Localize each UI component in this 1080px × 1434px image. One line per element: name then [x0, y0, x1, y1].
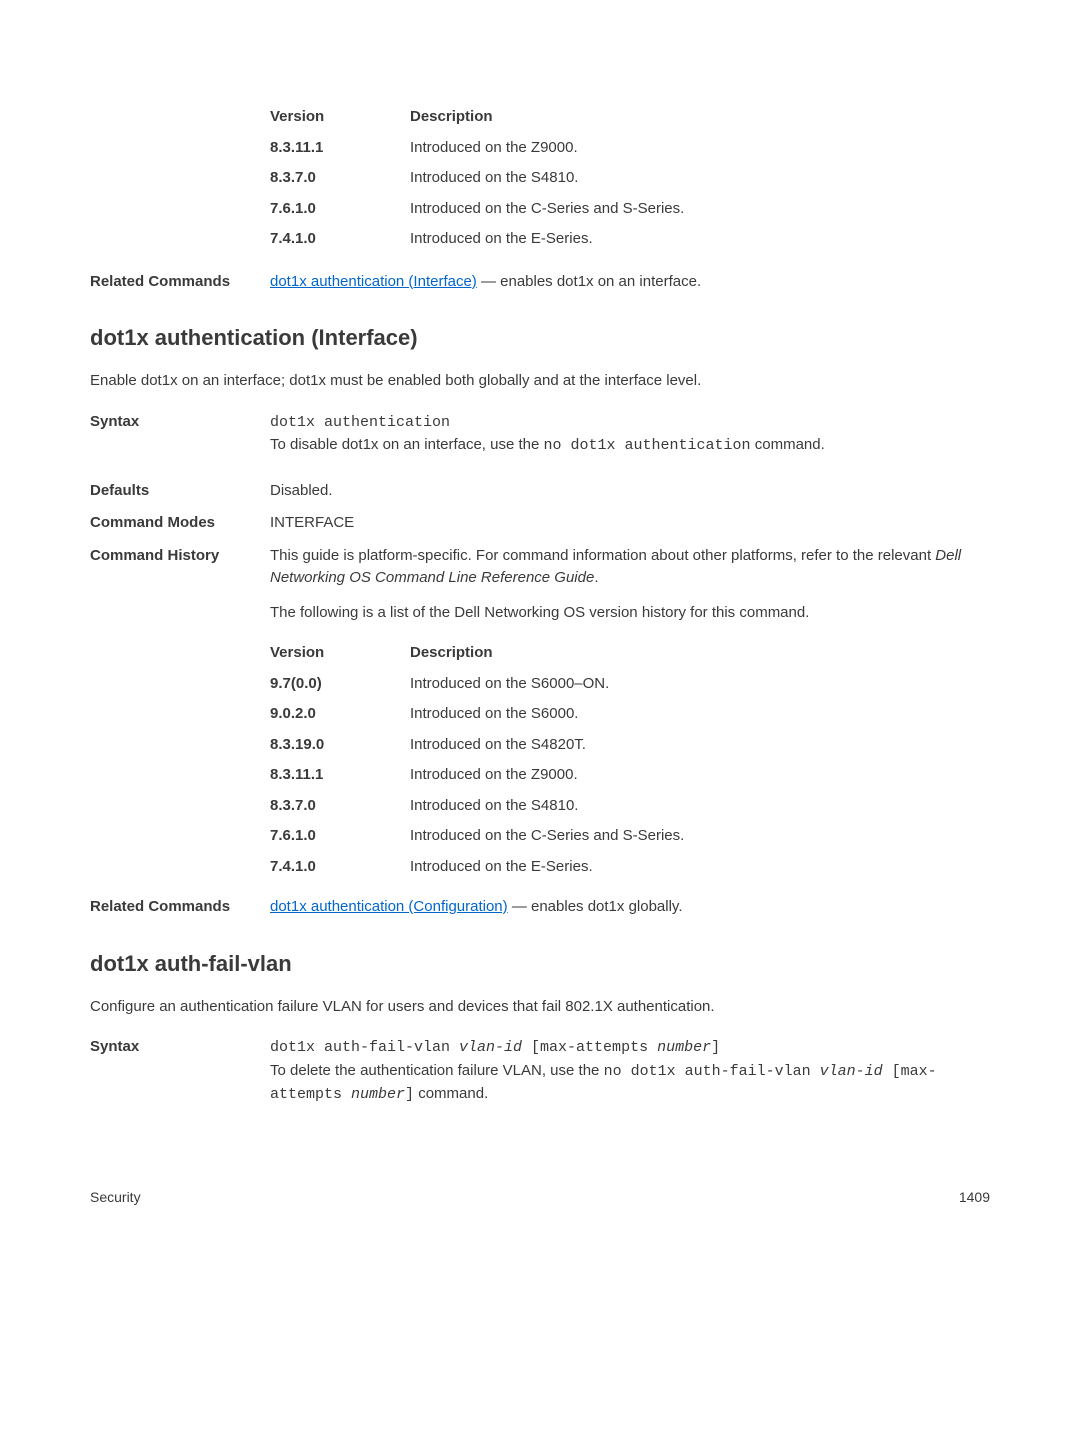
desc-cell: Introduced on the C-Series and S-Series.: [410, 198, 684, 221]
desc-cell: Introduced on the Z9000.: [410, 137, 578, 160]
version-cell: 9.7(0.0): [270, 673, 410, 696]
related-commands-row: Related Commands dot1x authentication (C…: [90, 896, 990, 919]
footer-page-number: 1409: [959, 1187, 990, 1208]
desc-cell: Introduced on the C-Series and S-Series.: [410, 825, 684, 848]
table-row: 8.3.11.1 Introduced on the Z9000.: [270, 764, 990, 787]
version-cell: 8.3.7.0: [270, 167, 410, 190]
section-intro: Enable dot1x on an interface; dot1x must…: [90, 370, 990, 393]
footer-section: Security: [90, 1187, 141, 1208]
related-commands-row: Related Commands dot1x authentication (I…: [90, 271, 990, 294]
desc-cell: Introduced on the Z9000.: [410, 764, 578, 787]
command-history-content: This guide is platform-specific. For com…: [270, 545, 990, 887]
table-row: 9.0.2.0 Introduced on the S6000.: [270, 703, 990, 726]
col-header-version: Version: [270, 642, 410, 665]
table-row: 8.3.11.1 Introduced on the Z9000.: [270, 137, 990, 160]
syntax-content: dot1x authentication To disable dot1x on…: [270, 411, 990, 458]
related-text: — enables dot1x globally.: [508, 898, 683, 915]
desc-cell: Introduced on the S6000.: [410, 703, 578, 726]
top-version-table: Version Description 8.3.11.1 Introduced …: [270, 106, 990, 251]
version-cell: 9.0.2.0: [270, 703, 410, 726]
col-header-description: Description: [410, 642, 493, 665]
related-link[interactable]: dot1x authentication (Configuration): [270, 898, 508, 915]
table-row: 8.3.7.0 Introduced on the S4810.: [270, 167, 990, 190]
history-note: The following is a list of the Dell Netw…: [270, 602, 990, 625]
section-intro: Configure an authentication failure VLAN…: [90, 996, 990, 1019]
syntax-content: dot1x auth-fail-vlan vlan-id [max-attemp…: [270, 1036, 990, 1107]
related-link[interactable]: dot1x authentication (Interface): [270, 273, 477, 290]
desc-cell: Introduced on the S4820T.: [410, 734, 586, 757]
syntax-label: Syntax: [90, 1036, 270, 1107]
syntax-code: dot1x authentication: [270, 414, 450, 431]
version-cell: 8.3.11.1: [270, 764, 410, 787]
syntax-text: command.: [414, 1085, 488, 1102]
table-header-row: Version Description: [270, 106, 990, 129]
command-modes-row: Command Modes INTERFACE: [90, 512, 990, 535]
syntax-label: Syntax: [90, 411, 270, 458]
table-row: 9.7(0.0) Introduced on the S6000–ON.: [270, 673, 990, 696]
history-text: .: [594, 569, 598, 586]
syntax-text: To disable dot1x on an interface, use th…: [270, 436, 544, 453]
version-cell: 7.4.1.0: [270, 856, 410, 879]
command-modes-label: Command Modes: [90, 512, 270, 535]
syntax-row: Syntax dot1x authentication To disable d…: [90, 411, 990, 458]
command-modes-value: INTERFACE: [270, 512, 990, 535]
command-history-row: Command History This guide is platform-s…: [90, 545, 990, 887]
table-row: 8.3.19.0 Introduced on the S4820T.: [270, 734, 990, 757]
desc-cell: Introduced on the S4810.: [410, 795, 578, 818]
defaults-value: Disabled.: [270, 480, 990, 503]
section-heading-auth-fail: dot1x auth-fail-vlan: [90, 947, 990, 980]
defaults-label: Defaults: [90, 480, 270, 503]
version-cell: 7.6.1.0: [270, 198, 410, 221]
table-row: 7.4.1.0 Introduced on the E-Series.: [270, 228, 990, 251]
table-row: 7.6.1.0 Introduced on the C-Series and S…: [270, 825, 990, 848]
page-footer: Security 1409: [90, 1187, 990, 1208]
syntax-text: command.: [751, 436, 825, 453]
desc-cell: Introduced on the E-Series.: [410, 856, 593, 879]
version-cell: 7.4.1.0: [270, 228, 410, 251]
desc-cell: Introduced on the E-Series.: [410, 228, 593, 251]
col-header-description: Description: [410, 106, 493, 129]
syntax-code: dot1x auth-fail-vlan vlan-id [max-attemp…: [270, 1039, 720, 1056]
version-cell: 8.3.11.1: [270, 137, 410, 160]
history-version-table: Version Description 9.7(0.0) Introduced …: [270, 642, 990, 878]
related-commands-content: dot1x authentication (Interface) — enabl…: [270, 271, 990, 294]
command-history-label: Command History: [90, 545, 270, 887]
related-commands-content: dot1x authentication (Configuration) — e…: [270, 896, 990, 919]
version-cell: 8.3.7.0: [270, 795, 410, 818]
related-text: — enables dot1x on an interface.: [477, 273, 701, 290]
table-row: 7.6.1.0 Introduced on the C-Series and S…: [270, 198, 990, 221]
syntax-row: Syntax dot1x auth-fail-vlan vlan-id [max…: [90, 1036, 990, 1107]
table-header-row: Version Description: [270, 642, 990, 665]
table-row: 8.3.7.0 Introduced on the S4810.: [270, 795, 990, 818]
related-commands-label: Related Commands: [90, 271, 270, 294]
col-header-version: Version: [270, 106, 410, 129]
version-cell: 7.6.1.0: [270, 825, 410, 848]
defaults-row: Defaults Disabled.: [90, 480, 990, 503]
version-cell: 8.3.19.0: [270, 734, 410, 757]
table-row: 7.4.1.0 Introduced on the E-Series.: [270, 856, 990, 879]
desc-cell: Introduced on the S6000–ON.: [410, 673, 609, 696]
desc-cell: Introduced on the S4810.: [410, 167, 578, 190]
syntax-code-inline: no dot1x authentication: [544, 437, 751, 454]
syntax-text: To delete the authentication failure VLA…: [270, 1062, 604, 1079]
section-heading-interface: dot1x authentication (Interface): [90, 321, 990, 354]
related-commands-label: Related Commands: [90, 896, 270, 919]
history-text: This guide is platform-specific. For com…: [270, 547, 935, 564]
